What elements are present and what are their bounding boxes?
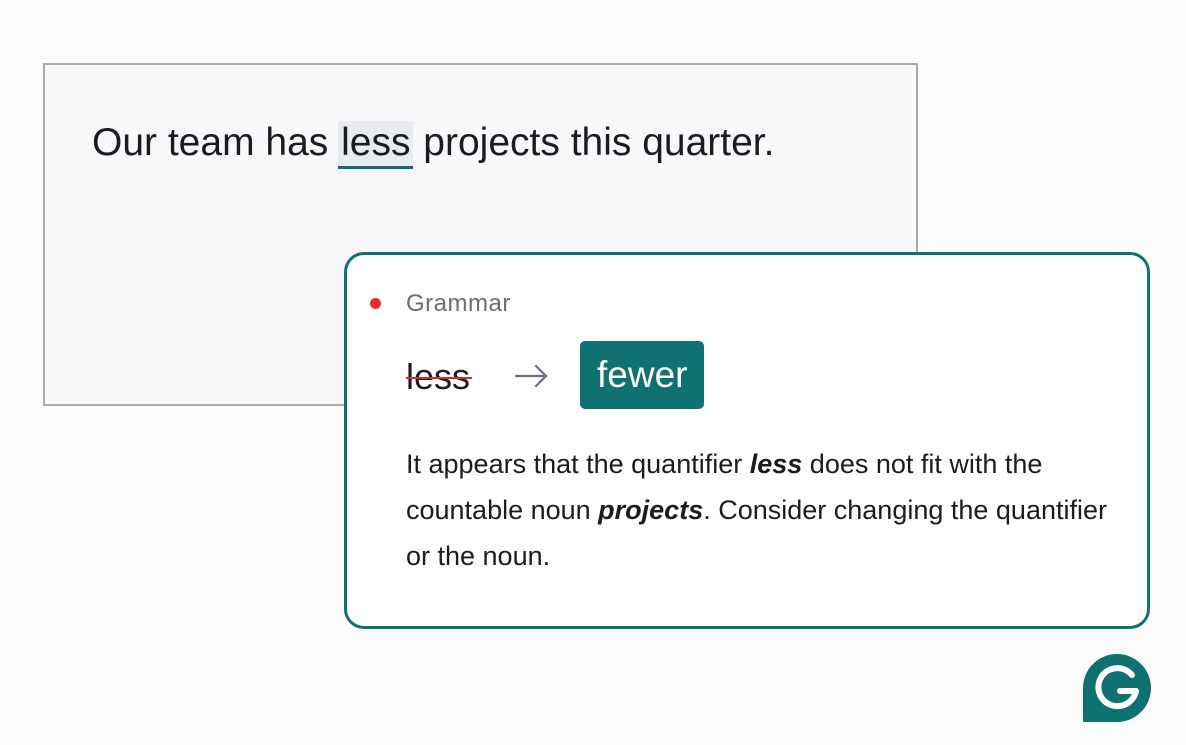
accept-suggestion-button[interactable]: fewer bbox=[580, 341, 705, 409]
arrow-right-icon bbox=[514, 364, 548, 388]
explanation-part: It appears that the quantifier bbox=[406, 449, 750, 479]
explanation-emphasis: projects bbox=[598, 495, 704, 525]
original-word: less bbox=[406, 355, 473, 399]
text-after: projects this quarter. bbox=[412, 121, 775, 164]
red-dot-icon bbox=[370, 298, 381, 309]
category-label: Grammar bbox=[406, 290, 511, 317]
explanation-emphasis: less bbox=[749, 449, 803, 479]
grammarly-logo-icon[interactable] bbox=[1082, 653, 1152, 723]
replacement-row: less fewer bbox=[406, 341, 1106, 411]
flagged-word[interactable]: less bbox=[338, 121, 414, 169]
explanation-text: It appears that the quantifier less does… bbox=[406, 441, 1126, 579]
editor-sentence: Our team has less projects this quarter. bbox=[92, 119, 775, 169]
text-before: Our team has bbox=[92, 121, 340, 164]
strikethrough-line bbox=[406, 377, 473, 379]
suggestion-card: Grammar less fewer It appears that the q… bbox=[344, 252, 1150, 629]
